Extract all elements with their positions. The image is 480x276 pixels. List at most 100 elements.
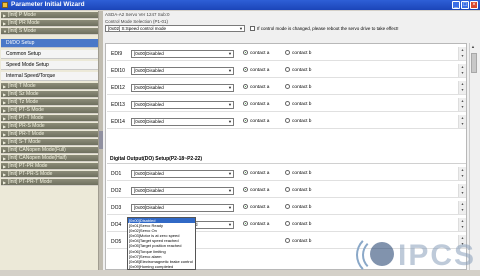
minimize-button[interactable]: _ [452,1,460,9]
sidebar-item-internal-speed-torque[interactable]: Internal Speed/Torque [1,72,98,81]
contact-b-radio[interactable]: contact b [285,118,311,126]
control-mode-label: Control Mode Selection (P1-01) [105,19,169,24]
radio-checked-icon [243,84,248,90]
contact-b-radio[interactable]: contact b [285,238,311,246]
row-scroll-arrows[interactable]: ▲ ▼ [458,47,466,60]
sidebar-item-sz-mode[interactable]: ▶ [Init] Sz Mode [1,91,98,98]
contact-b-label: contact b [292,119,312,124]
contact-b-radio[interactable]: contact b [285,84,311,92]
do-function-select[interactable]: [0x00]Disabled ▼ [131,170,234,178]
sidebar-item-di-do-setup[interactable]: DI/DO Setup [1,39,98,48]
sidebar-item-s-t-mode[interactable]: ▶ [Init] S-T Mode [1,139,98,146]
contact-a-label: contact a [250,68,270,73]
warning-checkbox[interactable] [250,26,255,32]
do-function-select[interactable]: [0x00]Disabled ▼ [131,187,234,195]
row-scroll-arrows[interactable]: ▲ ▼ [458,218,466,231]
di-function-select[interactable]: [0x00]Disabled ▼ [131,84,234,92]
sidebar-item-label: [Init] PT-T Mode [8,115,44,121]
chevron-down-icon[interactable]: ▼ [227,222,233,228]
sidebar-item-common-setup[interactable]: Common Setup [1,50,98,59]
di-row-label: EDI9 [111,51,123,57]
radio-checked-icon [243,67,248,73]
sidebar-item-speed-mode-setup[interactable]: Speed Mode Setup [1,61,98,70]
sidebar-item-t-mode[interactable]: ▶ [Init] T Mode [1,83,98,90]
window-title: Parameter Initial Wizard [11,1,85,8]
contact-b-radio[interactable]: contact b [285,101,311,109]
sidebar-item-tz-mode[interactable]: ▶ [Init] Tz Mode [1,99,98,106]
chevron-down-icon[interactable]: ▼ [227,102,233,108]
contact-a-radio[interactable]: contact a [243,84,269,92]
di-function-value: [0x00]Disabled [134,51,164,56]
dropdown-option[interactable]: [0x09]Homing completed [128,264,195,269]
contact-b-radio[interactable]: contact b [285,170,311,178]
sidebar-item-label: [Init] PR Mode [8,20,40,26]
contact-a-radio[interactable]: contact a [243,101,269,109]
sidebar-item-canopen-full[interactable]: ▶ [Init] CANopen Mode(Full) [1,147,98,154]
contact-a-radio[interactable]: contact a [243,204,269,212]
sidebar-item-pt-pr-mode[interactable]: ▶ [Init] PT-PR Mode [1,163,98,170]
chevron-down-icon[interactable]: ▼ [238,26,244,31]
do-section-header: Digital Output(DO) Setup(P2-18~P2-22) [107,154,466,164]
row-scroll-arrows[interactable]: ▲ ▼ [458,64,466,77]
scrollbar-thumb[interactable] [471,53,477,73]
sidebar-item-pt-s-mode[interactable]: ▶ [Init] PT-S Mode [1,107,98,114]
contact-b-radio[interactable]: contact b [285,221,311,229]
contact-b-radio[interactable]: contact b [285,67,311,75]
sidebar-item-p-mode[interactable]: ▶ [Init] P Mode [1,12,98,19]
chevron-down-icon[interactable]: ▼ [227,188,233,194]
control-mode-value: [0x02] S:Speed control mode [108,26,167,31]
contact-a-radio[interactable]: contact a [243,221,269,229]
radio-empty-icon [285,187,290,193]
sidebar-item-label: Internal Speed/Torque [6,73,56,79]
row-scroll-arrows[interactable]: ▲ ▼ [458,201,466,214]
close-button[interactable]: × [470,1,478,9]
chevron-down-icon[interactable]: ▼ [227,171,233,177]
contact-a-radio[interactable]: contact a [243,187,269,195]
sidebar-item-canopen-half[interactable]: ▶ [Init] CANopen Mode(Half) [1,155,98,162]
di-row-label: EDI13 [111,102,125,108]
row-scroll-arrows[interactable]: ▲ ▼ [458,98,466,111]
row-scroll-arrows[interactable]: ▲ ▼ [458,184,466,197]
chevron-down-icon[interactable]: ▼ [227,51,233,57]
chevron-down-icon[interactable]: ▼ [227,119,233,125]
sidebar-item-label: [Init] CANopen Mode(Full) [8,147,66,153]
contact-b-radio[interactable]: contact b [285,204,311,212]
di-function-select[interactable]: [0x00]Disabled ▼ [131,118,234,126]
sidebar-item-pr-t-mode[interactable]: ▶ [Init] PR-T Mode [1,131,98,138]
contact-a-radio[interactable]: contact a [243,118,269,126]
sidebar-item-pr-mode[interactable]: ▶ [Init] PR Mode [1,20,98,27]
radio-empty-icon [285,118,290,124]
do-row: DO2 [0x00]Disabled ▼ contact a contact b … [107,184,466,198]
di-function-select[interactable]: [0x00]Disabled ▼ [131,101,234,109]
di-row: EDI14 [0x00]Disabled ▼ contact a contact … [107,115,466,129]
contact-a-radio[interactable]: contact a [243,50,269,58]
di-function-select[interactable]: [0x00]Disabled ▼ [131,50,234,58]
row-scroll-arrows[interactable]: ▲ ▼ [458,81,466,94]
sidebar-item-pt-pr-t-mode[interactable]: ▶ [Init] PT-PR-T Mode [1,179,98,186]
di-function-value: [0x00]Disabled [134,68,164,73]
sidebar-item-pr-s-mode[interactable]: ▶ [Init] PR-S Mode [1,123,98,130]
contact-b-radio[interactable]: contact b [285,187,311,195]
contact-a-radio[interactable]: contact a [243,170,269,178]
maximize-button[interactable]: □ [461,1,469,9]
row-scroll-arrows[interactable]: ▲ ▼ [458,167,466,180]
contact-b-label: contact b [292,239,312,244]
sidebar-item-pt-pr-s-mode[interactable]: ▶ [Init] PT-PR-S Mode [1,171,98,178]
scroll-up-icon[interactable]: ▲ [471,44,475,49]
chevron-down-icon[interactable]: ▼ [227,205,233,211]
chevron-down-icon[interactable]: ▼ [227,85,233,91]
contact-a-radio[interactable]: contact a [243,67,269,75]
di-function-select[interactable]: [0x00]Disabled ▼ [131,67,234,75]
control-mode-select[interactable]: [0x02] S:Speed control mode ▼ [105,25,245,32]
radio-checked-icon [243,101,248,107]
sidebar-item-s-mode[interactable]: ▼ [Init] S Mode [1,28,98,35]
do-function-select[interactable]: [0x00]Disabled ▼ [131,204,234,212]
contact-b-radio[interactable]: contact b [285,50,311,58]
sidebar-item-label: Common Setup [6,51,41,57]
do-row-label: DO2 [111,188,122,194]
device-path: ASDA-A2 Servo Ver 1247 Sub:0 [105,12,170,17]
chevron-down-icon[interactable]: ▼ [227,68,233,74]
sidebar-item-pt-t-mode[interactable]: ▶ [Init] PT-T Mode [1,115,98,122]
row-scroll-arrows[interactable]: ▲ ▼ [458,115,466,128]
contact-a-label: contact a [250,205,270,210]
